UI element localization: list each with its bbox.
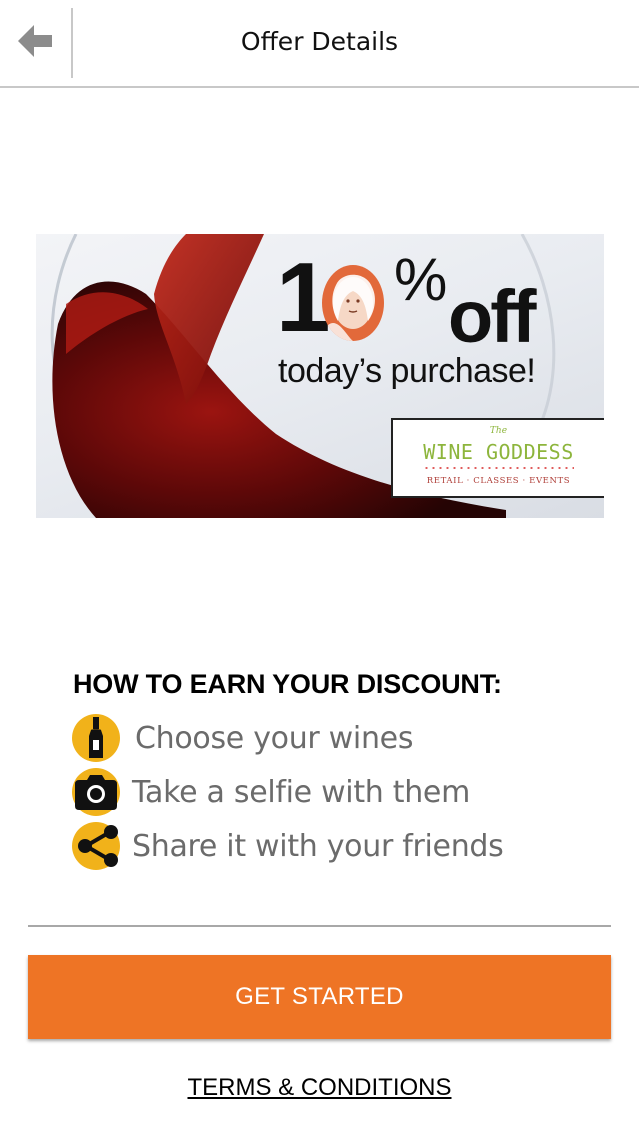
offer-subtitle: today’s purchase! xyxy=(278,352,536,390)
camera-icon xyxy=(72,768,120,816)
step-share: Share it with your friends xyxy=(72,822,592,870)
percent-sign: % xyxy=(394,246,448,313)
wine-bottle-icon xyxy=(72,714,120,762)
top-app-bar: Offer Details xyxy=(0,0,639,88)
section-divider xyxy=(28,925,611,927)
discount-digit: 1 xyxy=(276,242,330,352)
step-label: Choose your wines xyxy=(135,721,414,756)
step-label: Take a selfie with them xyxy=(132,775,471,810)
step-label: Share it with your friends xyxy=(132,829,504,864)
goddess-medallion-icon xyxy=(322,265,384,341)
share-icon xyxy=(72,822,120,870)
step-choose-wines: Choose your wines xyxy=(72,714,592,762)
logo-dotted-rule xyxy=(423,467,574,469)
offer-banner: 1 % off today’s purchase! The WINE GODDE… xyxy=(36,234,604,518)
page-title: Offer Details xyxy=(240,27,399,56)
terms-container: TERMS & CONDITIONS xyxy=(0,1074,639,1102)
terms-and-conditions-link[interactable]: TERMS & CONDITIONS xyxy=(187,1074,451,1101)
step-take-selfie: Take a selfie with them xyxy=(72,768,592,816)
off-label: off xyxy=(448,275,536,358)
discount-headline: 1 % off xyxy=(276,242,596,358)
wine-goddess-logo: The WINE GODDESS RETAIL · CLASSES · EVEN… xyxy=(391,418,604,498)
howto-heading: HOW TO EARN YOUR DISCOUNT: xyxy=(73,669,502,699)
get-started-button[interactable]: GET STARTED xyxy=(28,955,611,1039)
